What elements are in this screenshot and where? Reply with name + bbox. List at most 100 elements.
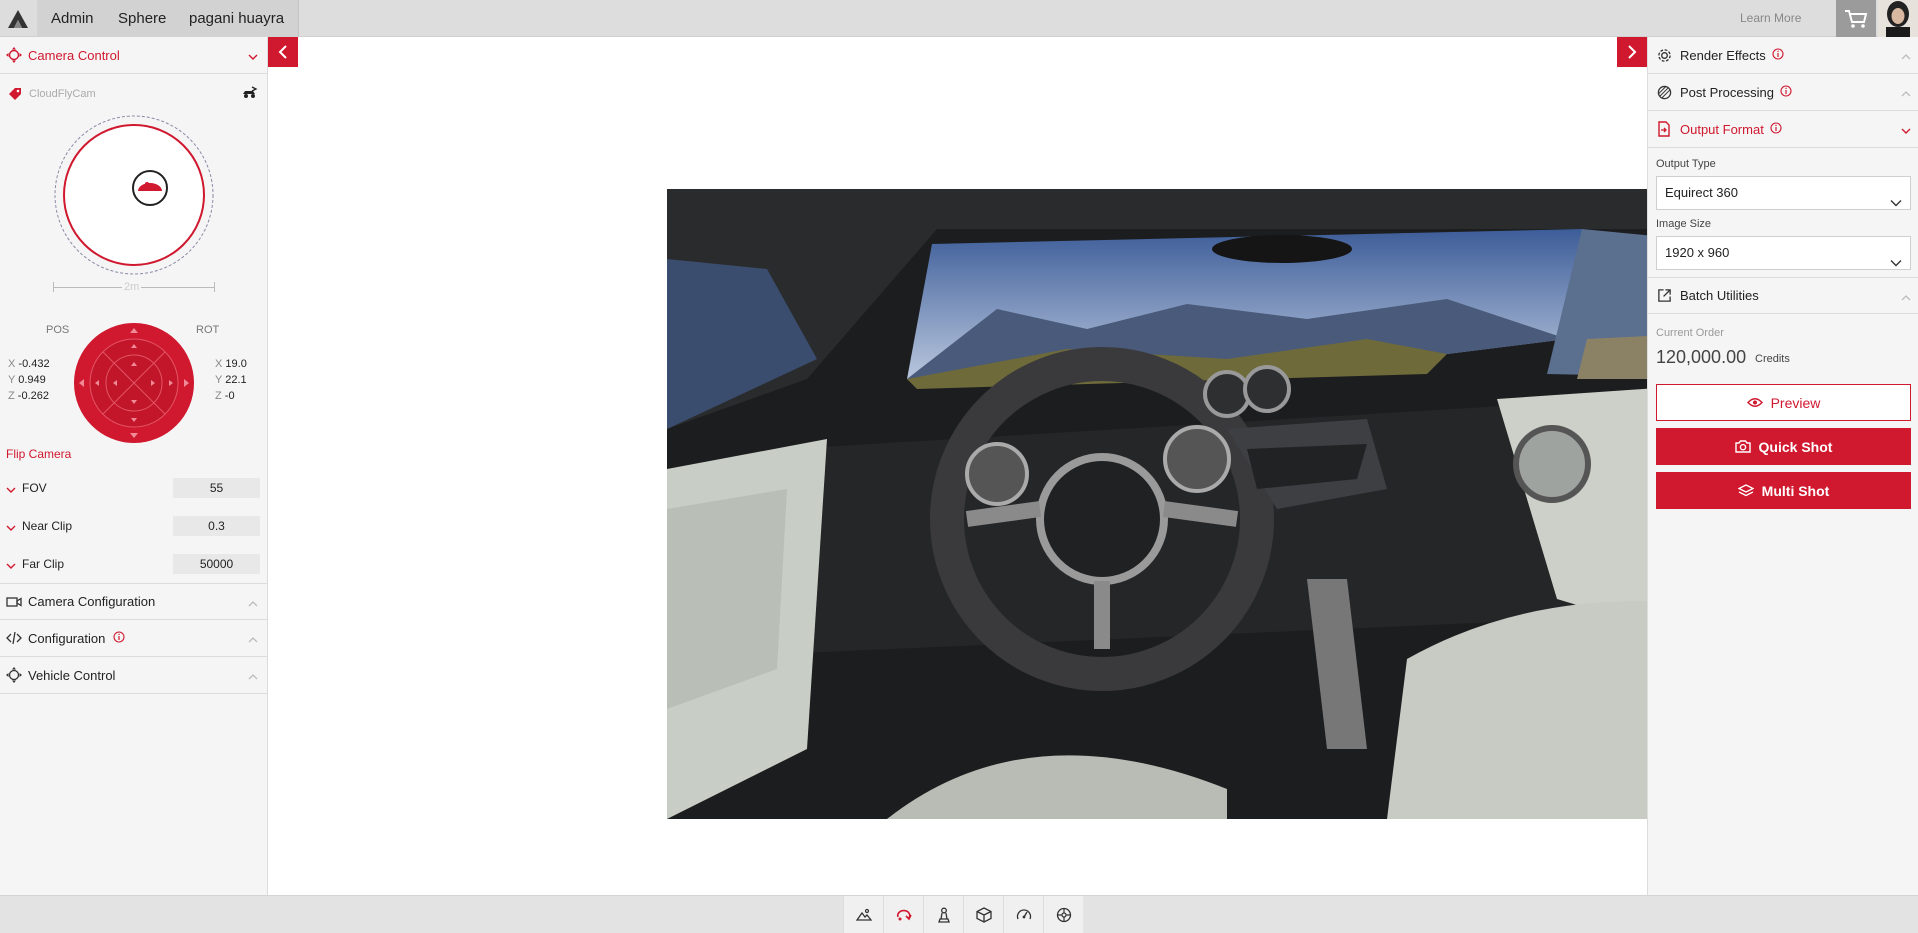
logo-icon[interactable] bbox=[0, 0, 36, 37]
collapse-right-panel-button[interactable] bbox=[1617, 37, 1647, 67]
chevron-down-icon[interactable] bbox=[6, 520, 16, 535]
avatar[interactable] bbox=[1878, 0, 1918, 37]
axis-z: Z bbox=[8, 390, 15, 402]
pos-label: POS bbox=[46, 324, 70, 336]
configuration-header[interactable]: Configuration bbox=[0, 620, 268, 657]
chevron-up-icon bbox=[1901, 290, 1911, 305]
camera-configuration-header[interactable]: Camera Configuration bbox=[0, 583, 268, 620]
param-near-clip: Near Clip 0.3 bbox=[0, 510, 268, 542]
learn-more-link[interactable]: Learn More bbox=[1740, 0, 1801, 37]
multi-shot-button[interactable]: Multi Shot bbox=[1656, 472, 1911, 509]
pos-x: -0.432 bbox=[18, 358, 50, 370]
render-viewport[interactable] bbox=[269, 37, 1788, 895]
preview-label: Preview bbox=[1770, 394, 1821, 411]
camera-switch-icon[interactable] bbox=[242, 85, 258, 104]
flip-camera-link[interactable]: Flip Camera bbox=[6, 447, 71, 461]
tab-admin[interactable]: Admin bbox=[37, 0, 109, 37]
rotate-icon[interactable] bbox=[883, 896, 923, 933]
multi-shot-label: Multi Shot bbox=[1761, 482, 1830, 499]
pos-values: X -0.432 Y 0.949 Z -0.262 bbox=[8, 356, 50, 404]
chevron-up-icon bbox=[248, 669, 258, 684]
rot-x: 19.0 bbox=[225, 358, 247, 370]
quick-shot-label: Quick Shot bbox=[1758, 438, 1833, 455]
video-camera-icon bbox=[6, 594, 22, 610]
camera-control-header[interactable]: Camera Control bbox=[0, 37, 268, 74]
top-bar: Admin Sphere pagani huayra Learn More bbox=[0, 0, 1918, 37]
chess-piece-icon[interactable] bbox=[923, 896, 963, 933]
scale-bar-tick bbox=[214, 282, 215, 292]
current-order-label: Current Order bbox=[1656, 327, 1724, 339]
scale-bar-tick bbox=[53, 282, 54, 292]
chevron-right-icon bbox=[1628, 45, 1637, 59]
info-icon[interactable] bbox=[1780, 84, 1792, 100]
chevron-down-icon bbox=[1890, 187, 1902, 219]
move-icon bbox=[6, 47, 22, 63]
quick-shot-button[interactable]: Quick Shot bbox=[1656, 428, 1911, 465]
configuration-label: Configuration bbox=[28, 630, 106, 646]
speedometer-icon[interactable] bbox=[1003, 896, 1043, 933]
pos-y: 0.949 bbox=[18, 374, 46, 386]
output-type-label: Output Type bbox=[1656, 158, 1716, 170]
rot-label: ROT bbox=[196, 324, 220, 336]
camera-control-label: Camera Control bbox=[28, 47, 120, 63]
image-size-label: Image Size bbox=[1656, 218, 1712, 230]
param-fov: FOV 55 bbox=[0, 472, 268, 504]
tab-sphere[interactable]: Sphere bbox=[104, 0, 182, 37]
cart-button[interactable] bbox=[1836, 0, 1876, 37]
output-type-select[interactable]: Equirect 360 bbox=[1656, 176, 1911, 210]
render-effects-label: Render Effects bbox=[1680, 47, 1766, 63]
code-icon bbox=[6, 630, 22, 646]
axis-x: X bbox=[215, 358, 223, 370]
chevron-up-icon bbox=[1901, 49, 1911, 64]
scale-label: 2m bbox=[122, 281, 142, 293]
camera-joystick[interactable] bbox=[73, 322, 195, 447]
info-icon[interactable] bbox=[1772, 47, 1784, 63]
chevron-down-icon[interactable] bbox=[6, 558, 16, 573]
info-icon[interactable] bbox=[1770, 121, 1782, 137]
fov-input[interactable]: 55 bbox=[173, 478, 260, 498]
move-icon bbox=[6, 667, 22, 683]
right-panel: Render Effects Post Processing Output Fo… bbox=[1647, 37, 1918, 895]
credits-label: Credits bbox=[1755, 353, 1790, 365]
camera-tag-icon bbox=[8, 87, 22, 104]
chevron-down-icon[interactable] bbox=[6, 482, 16, 497]
orbit-radar[interactable] bbox=[52, 113, 216, 280]
vehicle-control-label: Vehicle Control bbox=[28, 667, 116, 683]
pos-z: -0.262 bbox=[17, 390, 49, 402]
current-order-value: 120,000.00 bbox=[1656, 347, 1747, 367]
post-processing-header[interactable]: Post Processing bbox=[1648, 74, 1918, 111]
batch-utilities-label: Batch Utilities bbox=[1680, 288, 1759, 303]
rot-z: -0 bbox=[224, 390, 235, 402]
collapse-left-panel-button[interactable] bbox=[268, 37, 298, 67]
eye-icon bbox=[1746, 397, 1763, 408]
tab-project[interactable]: pagani huayra bbox=[175, 0, 300, 37]
chevron-down-icon bbox=[1890, 247, 1902, 279]
tool-group bbox=[843, 896, 1083, 933]
aperture-icon bbox=[1656, 85, 1672, 100]
image-size-select[interactable]: 1920 x 960 bbox=[1656, 236, 1911, 270]
axis-x: X bbox=[8, 358, 16, 370]
cube-icon[interactable] bbox=[963, 896, 1003, 933]
chevron-down-icon bbox=[248, 49, 258, 64]
chevron-up-icon bbox=[1901, 86, 1911, 101]
near-clip-input[interactable]: 0.3 bbox=[173, 516, 260, 536]
render-effects-header[interactable]: Render Effects bbox=[1648, 37, 1918, 74]
preview-button[interactable]: Preview bbox=[1656, 384, 1911, 421]
batch-utilities-header[interactable]: Batch Utilities bbox=[1648, 277, 1918, 314]
axis-y: Y bbox=[8, 374, 16, 386]
left-panel: Camera Control CloudFlyCam 2m POS ROT X … bbox=[0, 37, 268, 895]
landscape-icon[interactable] bbox=[843, 896, 883, 933]
camera-icon bbox=[1734, 440, 1751, 453]
far-clip-input[interactable]: 50000 bbox=[173, 554, 260, 574]
external-link-icon bbox=[1656, 288, 1672, 303]
output-type-value: Equirect 360 bbox=[1665, 185, 1738, 200]
fov-label: FOV bbox=[22, 481, 47, 495]
info-icon[interactable] bbox=[113, 630, 125, 646]
render-preview-image bbox=[667, 189, 1788, 819]
wheel-icon[interactable] bbox=[1043, 896, 1083, 933]
axis-z: Z bbox=[215, 390, 222, 402]
output-format-header[interactable]: Output Format bbox=[1648, 111, 1918, 148]
vehicle-control-header[interactable]: Vehicle Control bbox=[0, 657, 268, 694]
export-icon bbox=[1656, 121, 1672, 137]
image-size-value: 1920 x 960 bbox=[1665, 245, 1730, 260]
